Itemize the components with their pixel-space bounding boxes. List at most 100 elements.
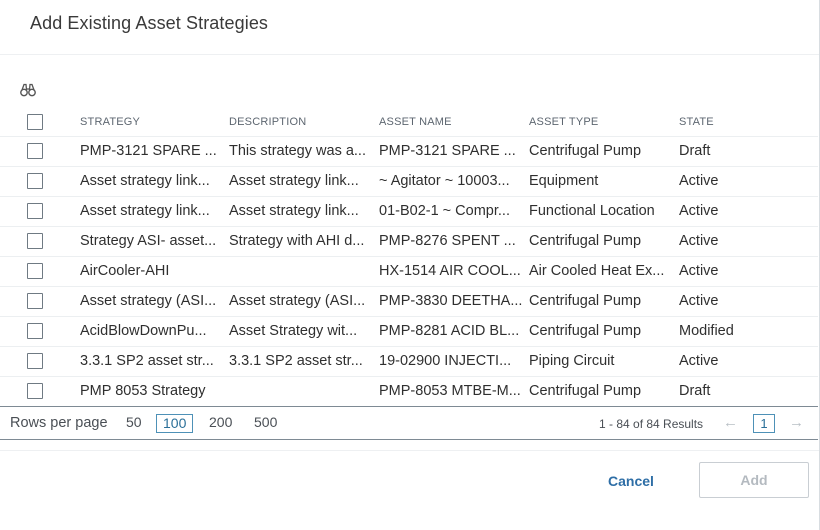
column-header-description[interactable]: DESCRIPTION: [229, 108, 379, 136]
row-checkbox[interactable]: [27, 323, 43, 339]
cell-text: PMP-8276 SPENT ...: [379, 233, 516, 249]
row-select-cell: [0, 225, 80, 256]
table-row[interactable]: Strategy ASI- asset... Strategy with AHI …: [0, 225, 818, 256]
row-checkbox[interactable]: [27, 173, 43, 189]
row-select-cell: [0, 195, 80, 226]
cell-description: This strategy was a...: [229, 135, 379, 166]
cell-text: 01-B02-1 ~ Compr...: [379, 203, 510, 219]
row-select-cell: [0, 315, 80, 346]
binoculars-icon[interactable]: [20, 83, 36, 97]
row-checkbox[interactable]: [27, 263, 43, 279]
row-checkbox[interactable]: [27, 383, 43, 399]
cell-text: Asset strategy link...: [80, 203, 210, 219]
table-row[interactable]: AirCooler-AHI HX-1514 AIR COOL... Air Cool…: [0, 255, 818, 286]
page-size-200[interactable]: 200: [209, 414, 232, 433]
table-row[interactable]: 3.3.1 SP2 asset str... 3.3.1 SP2 asset st…: [0, 345, 818, 376]
cell-text: Asset strategy (ASI...: [80, 293, 217, 309]
table-row[interactable]: Asset strategy link... Asset strategy lin…: [0, 165, 818, 196]
cell-state: Active: [679, 285, 818, 316]
row-checkbox[interactable]: [27, 233, 43, 249]
cell-description: 3.3.1 SP2 asset str...: [229, 345, 379, 376]
cell-text: HX-1514 AIR COOL...: [379, 263, 521, 279]
row-checkbox[interactable]: [27, 353, 43, 369]
cell-text: Asset strategy link...: [80, 173, 210, 189]
page-size-500[interactable]: 500: [254, 414, 277, 433]
add-button[interactable]: Add: [699, 462, 809, 498]
cell-state: Active: [679, 255, 818, 286]
footer-divider: [0, 450, 819, 451]
table-header-row: STRATEGY DESCRIPTION ASSET NAME ASSET TY…: [0, 108, 818, 136]
cell-state: Active: [679, 225, 818, 256]
row-checkbox[interactable]: [27, 143, 43, 159]
arrow-left-icon[interactable]: ←: [723, 414, 738, 431]
cell-state: Active: [679, 345, 818, 376]
add-asset-strategies-dialog: Add Existing Asset Strategies STRATEGY D…: [0, 0, 820, 530]
cell-strategy: Asset strategy link...: [80, 195, 229, 226]
cell-text: PMP-3830 DEETHA...: [379, 293, 523, 309]
cell-description: [229, 255, 379, 286]
cell-asset-type: Centrifugal Pump: [529, 315, 679, 346]
cell-asset-type: Centrifugal Pump: [529, 225, 679, 256]
cell-text: Asset strategy link...: [229, 203, 359, 219]
cell-text: Active: [679, 263, 719, 279]
cell-asset-name: 01-B02-1 ~ Compr...: [379, 195, 529, 226]
table-row[interactable]: AcidBlowDownPu... Asset Strategy wit... PM…: [0, 315, 818, 346]
cell-text: Strategy with AHI d...: [229, 233, 365, 249]
cell-asset-type: Piping Circuit: [529, 345, 679, 376]
cell-text: Asset strategy (ASI...: [229, 293, 366, 309]
cell-text: 3.3.1 SP2 asset str...: [229, 353, 363, 369]
page-size-50[interactable]: 50: [126, 414, 142, 433]
cell-asset-type: Centrifugal Pump: [529, 375, 679, 407]
column-header-asset-type[interactable]: ASSET TYPE: [529, 108, 679, 136]
cell-asset-name: PMP-8053 MTBE-M...: [379, 375, 529, 407]
table-row[interactable]: PMP-3121 SPARE ... This strategy was a...…: [0, 135, 818, 166]
cell-strategy: PMP-3121 SPARE ...: [80, 135, 229, 166]
cell-text: PMP-8281 ACID BL...: [379, 323, 520, 339]
results-count: 1 - 84 of 84 Results: [599, 417, 704, 431]
table-row[interactable]: PMP 8053 Strategy PMP-8053 MTBE-M... Centr…: [0, 375, 818, 407]
cell-text: AcidBlowDownPu...: [80, 323, 207, 339]
cell-asset-type: Functional Location: [529, 195, 679, 226]
cell-text: PMP-3121 SPARE ...: [80, 143, 217, 159]
cell-strategy: AcidBlowDownPu...: [80, 315, 229, 346]
table-row[interactable]: Asset strategy link... Asset strategy lin…: [0, 195, 818, 226]
page-size-100[interactable]: 100: [156, 414, 194, 433]
row-checkbox[interactable]: [27, 293, 43, 309]
title-divider: [0, 54, 819, 55]
table-body: PMP-3121 SPARE ... This strategy was a...…: [0, 135, 818, 407]
cell-text: Centrifugal Pump: [529, 383, 642, 399]
cell-text: 3.3.1 SP2 asset str...: [80, 353, 214, 369]
cell-asset-type: Centrifugal Pump: [529, 135, 679, 166]
cell-strategy: PMP 8053 Strategy: [80, 375, 229, 407]
select-all-checkbox[interactable]: [27, 113, 43, 130]
cell-description: Asset strategy link...: [229, 165, 379, 196]
cell-text: Air Cooled Heat Ex...: [529, 263, 665, 279]
cell-text: Modified: [679, 323, 734, 339]
cell-asset-name: PMP-8281 ACID BL...: [379, 315, 529, 346]
cell-asset-name: ~ Agitator ~ 10003...: [379, 165, 529, 196]
cell-strategy: Asset strategy link...: [80, 165, 229, 196]
cell-text: Centrifugal Pump: [529, 323, 642, 339]
cell-text: Active: [679, 173, 719, 189]
cell-strategy: 3.3.1 SP2 asset str...: [80, 345, 229, 376]
cell-asset-name: HX-1514 AIR COOL...: [379, 255, 529, 286]
column-header-strategy[interactable]: STRATEGY: [80, 108, 229, 136]
cell-text: 19-02900 INJECTI...: [379, 353, 512, 369]
cell-text: Equipment: [529, 173, 599, 189]
row-select-cell: [0, 165, 80, 196]
cell-text: Draft: [679, 143, 711, 159]
cell-asset-name: PMP-3121 SPARE ...: [379, 135, 529, 166]
cell-text: This strategy was a...: [229, 143, 366, 159]
column-header-state[interactable]: STATE: [679, 108, 818, 136]
current-page[interactable]: 1: [753, 414, 775, 433]
table-row[interactable]: Asset strategy (ASI... Asset strategy (AS…: [0, 285, 818, 316]
cell-state: Draft: [679, 135, 818, 166]
select-all-cell: [0, 108, 80, 136]
cancel-button[interactable]: Cancel: [603, 465, 659, 497]
cell-description: Asset strategy link...: [229, 195, 379, 226]
arrow-right-icon[interactable]: →: [789, 414, 804, 431]
cell-text: Centrifugal Pump: [529, 233, 642, 249]
row-checkbox[interactable]: [27, 203, 43, 219]
cell-strategy: Asset strategy (ASI...: [80, 285, 229, 316]
column-header-asset-name[interactable]: ASSET NAME: [379, 108, 529, 136]
